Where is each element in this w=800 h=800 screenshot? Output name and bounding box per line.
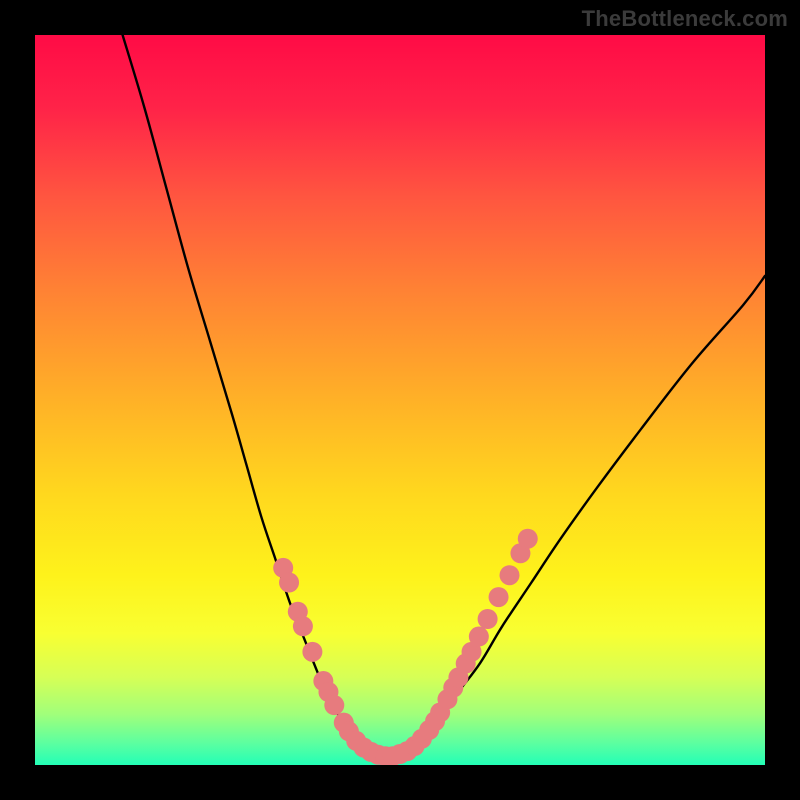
plot-area — [35, 35, 765, 765]
data-marker — [469, 627, 489, 647]
watermark-text: TheBottleneck.com — [582, 6, 788, 32]
data-marker — [324, 695, 344, 715]
plot-svg — [35, 35, 765, 765]
data-marker — [293, 616, 313, 636]
gradient-background — [35, 35, 765, 765]
data-marker — [478, 609, 498, 629]
data-marker — [302, 642, 322, 662]
data-marker — [279, 573, 299, 593]
data-marker — [489, 587, 509, 607]
data-marker — [518, 529, 538, 549]
data-marker — [500, 565, 520, 585]
chart-frame: TheBottleneck.com — [0, 0, 800, 800]
